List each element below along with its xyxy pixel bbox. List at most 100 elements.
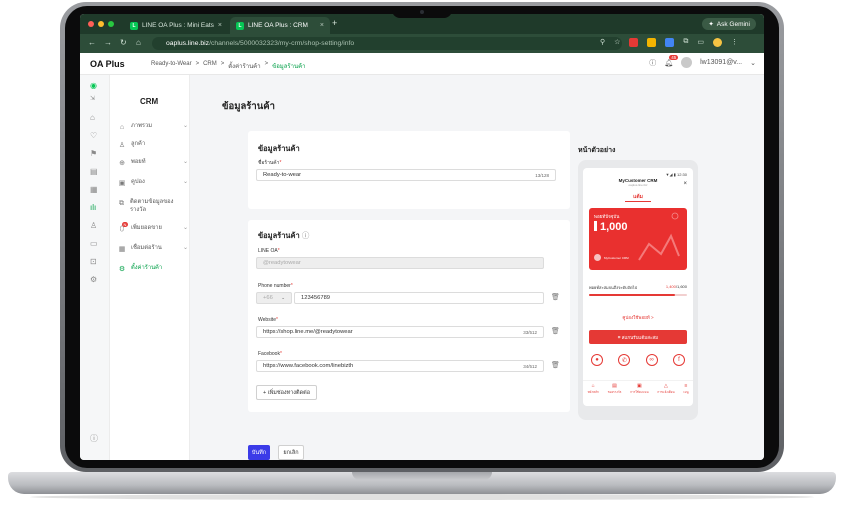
grid-icon[interactable]: ▦: [90, 185, 98, 194]
home-icon[interactable]: ⌂: [90, 113, 95, 122]
back-arrow-icon[interactable]: ←: [88, 38, 96, 47]
close-window-button[interactable]: [88, 21, 94, 27]
sidebar-item-rewards[interactable]: ⧉ ติดตามข้อมูลของรางวัล: [118, 199, 182, 214]
settings-icon[interactable]: ⚙: [90, 275, 97, 284]
coupon-link: คูปองใช้พอยท์ >: [622, 315, 654, 320]
sidebar-item-points[interactable]: ⊕ พอยท์ ⌄: [118, 159, 188, 168]
ticket-icon: ▣: [637, 383, 642, 389]
home-icon[interactable]: ⌂: [136, 38, 141, 47]
progress-row: พอยท์สะสมจนถึงระดับถัดไป 1,400/1,600: [589, 284, 687, 291]
input-placeholder: @readytowear: [263, 260, 301, 266]
chat-icon[interactable]: ♡: [90, 131, 97, 140]
people-icon[interactable]: ♙: [90, 221, 97, 230]
app-header: OA Plus Ready-to-Wear > CRM > ตั้งค่าร้า…: [80, 53, 764, 75]
points-icon: ⊕: [119, 160, 125, 167]
app-rail: ◉ ⇲ ⌂ ♡ ⚑ ▤ ▦ ılı ♙ ▭ ⊡ ⚙ ⓘ: [80, 75, 110, 460]
sidebar-item-overview[interactable]: ⌂ ภาพรวม ⌄: [118, 123, 188, 132]
country-code-select[interactable]: +66 ⌄: [256, 292, 292, 304]
home-icon: ⌂: [119, 124, 125, 131]
collapse-icon[interactable]: ⇲: [90, 95, 95, 102]
ask-gemini-button[interactable]: ✦ Ask Gemini: [702, 18, 756, 30]
url-field[interactable]: oaplus.line.biz/channels/5000032323/my-c…: [152, 37, 622, 50]
new-tab-icon[interactable]: +: [332, 18, 337, 28]
user-name[interactable]: lw13091@v...: [700, 59, 742, 66]
megaphone-icon[interactable]: ⚑: [90, 149, 97, 158]
close-tab-icon[interactable]: ×: [320, 22, 324, 29]
browser-tab-crm[interactable]: L LINE OA Plus : CRM ×: [230, 17, 330, 34]
help-icon[interactable]: ⓘ: [90, 433, 98, 444]
input-value: Ready-to-wear: [263, 172, 302, 178]
sidebar-item-sales[interactable]: ⩇ N เพิ่มยอดขาย ⌄: [118, 222, 188, 234]
extension-icon[interactable]: [647, 38, 657, 47]
menu-icon: ≡: [684, 383, 688, 389]
store-name-input[interactable]: Ready-to-wear 13/128: [256, 169, 556, 181]
breadcrumb-item[interactable]: Ready-to-Wear: [151, 61, 192, 71]
extensions-puzzle-icon[interactable]: ⧉: [683, 38, 688, 47]
current-points-label: พอยท์ปัจจุบัน: [594, 214, 620, 219]
tab-title: LINE OA Plus : CRM: [248, 22, 308, 29]
inbox-icon[interactable]: ▭: [90, 239, 98, 248]
bookmark-star-icon[interactable]: ☆: [614, 38, 620, 47]
sidebar-item-label: ภาพรวม: [131, 123, 153, 129]
website-input[interactable]: https://shop.line.me/@readytowear 33/512: [256, 326, 544, 338]
close-tab-icon[interactable]: ×: [218, 22, 222, 29]
save-button[interactable]: บันทึก: [248, 445, 270, 460]
laptop-mockup: L LINE OA Plus : Mini Eats × L LINE OA P…: [0, 0, 844, 506]
chevron-down-icon: ⌄: [182, 225, 188, 231]
sidebar-item-label: เชื่อมต่อร้าน: [131, 245, 162, 251]
trash-icon[interactable]: 🗑︎: [551, 327, 560, 335]
cancel-button[interactable]: ยกเลิก: [278, 445, 304, 460]
sidebar-item-label: คูปอง: [131, 179, 145, 185]
kebab-menu-icon[interactable]: ⋮: [731, 38, 738, 47]
trash-icon[interactable]: 🗑︎: [551, 293, 560, 301]
nav-home: ⌂ หน้าหลัก: [587, 383, 599, 394]
oa-plus-logo[interactable]: OA Plus: [90, 59, 125, 69]
sidebar-item-coupons[interactable]: ▣ คูปอง ⌄: [118, 179, 188, 188]
sidebar-item-customers[interactable]: ♙ ลูกค้า: [118, 141, 188, 150]
card-heading: ข้อมูลร้านค้า: [258, 144, 300, 153]
line-favicon-icon: L: [236, 21, 244, 30]
char-count: 13/128: [535, 172, 549, 178]
breadcrumb-separator: >: [264, 61, 269, 67]
chevron-down-icon[interactable]: ⌄: [750, 59, 756, 67]
trash-icon[interactable]: 🗑︎: [551, 361, 560, 369]
char-count: 33/512: [523, 329, 537, 335]
crm-icon[interactable]: ılı: [90, 203, 96, 212]
zoom-icon[interactable]: ⚲: [600, 38, 605, 47]
chevron-down-icon: ⌄: [182, 123, 188, 129]
extension-icon[interactable]: [665, 38, 675, 47]
profile-avatar-icon[interactable]: [713, 38, 723, 47]
sidebar-item-store-settings[interactable]: ⚙ ตั้งค่าร้านค้า: [118, 265, 188, 274]
facebook-input[interactable]: https://www.facebook.com/linebizth 34/51…: [256, 360, 544, 372]
maximize-window-button[interactable]: [108, 21, 114, 27]
reload-icon[interactable]: ↻: [120, 38, 127, 47]
preview-title: หน้าตัวอย่าง: [578, 147, 616, 154]
breadcrumb-item[interactable]: ตั้งค่าร้านค้า: [228, 61, 260, 71]
phone-preview: ▼◢ ▮ 12:30 MyCustomer CRM oaplus.line.biz…: [578, 160, 698, 420]
avatar[interactable]: [681, 57, 693, 68]
info-icon[interactable]: ⓘ: [649, 58, 656, 68]
minimize-window-button[interactable]: [98, 21, 104, 27]
bell-icon[interactable]: 🔔︎ 45: [664, 54, 679, 67]
sidebar-item-connect-store[interactable]: ▦ เชื่อมต่อร้าน ⌄: [118, 245, 188, 254]
facebook-icon: f: [672, 354, 685, 366]
chevron-down-icon: ⌄: [281, 295, 285, 300]
phone-screen: ▼◢ ▮ 12:30 MyCustomer CRM oaplus.line.biz…: [583, 168, 693, 406]
phone-input[interactable]: 123456789: [294, 292, 544, 304]
browser-tab-mini-eats[interactable]: L LINE OA Plus : Mini Eats ×: [124, 17, 228, 34]
add-contact-button[interactable]: + เพิ่มช่องทางติดต่อ: [256, 385, 318, 400]
help-icon: ⓘ: [301, 231, 310, 240]
split-view-icon[interactable]: ▭: [697, 38, 704, 47]
breadcrumb-item[interactable]: CRM: [203, 61, 217, 71]
lock-icon[interactable]: ⊡: [90, 257, 97, 266]
message-icon[interactable]: ▤: [90, 167, 98, 176]
forward-arrow-icon[interactable]: →: [104, 38, 112, 47]
chevron-down-icon: ⌄: [182, 179, 188, 185]
ask-gemini-label: Ask Gemini: [716, 20, 750, 28]
chevron-down-icon: ⌄: [182, 245, 188, 251]
extension-icon[interactable]: [629, 38, 639, 47]
camera-icon: [420, 10, 424, 14]
link-icon: ∞: [645, 354, 658, 366]
app-switcher-icon[interactable]: ◉: [90, 81, 97, 90]
phone-icon: ✆: [618, 354, 631, 366]
